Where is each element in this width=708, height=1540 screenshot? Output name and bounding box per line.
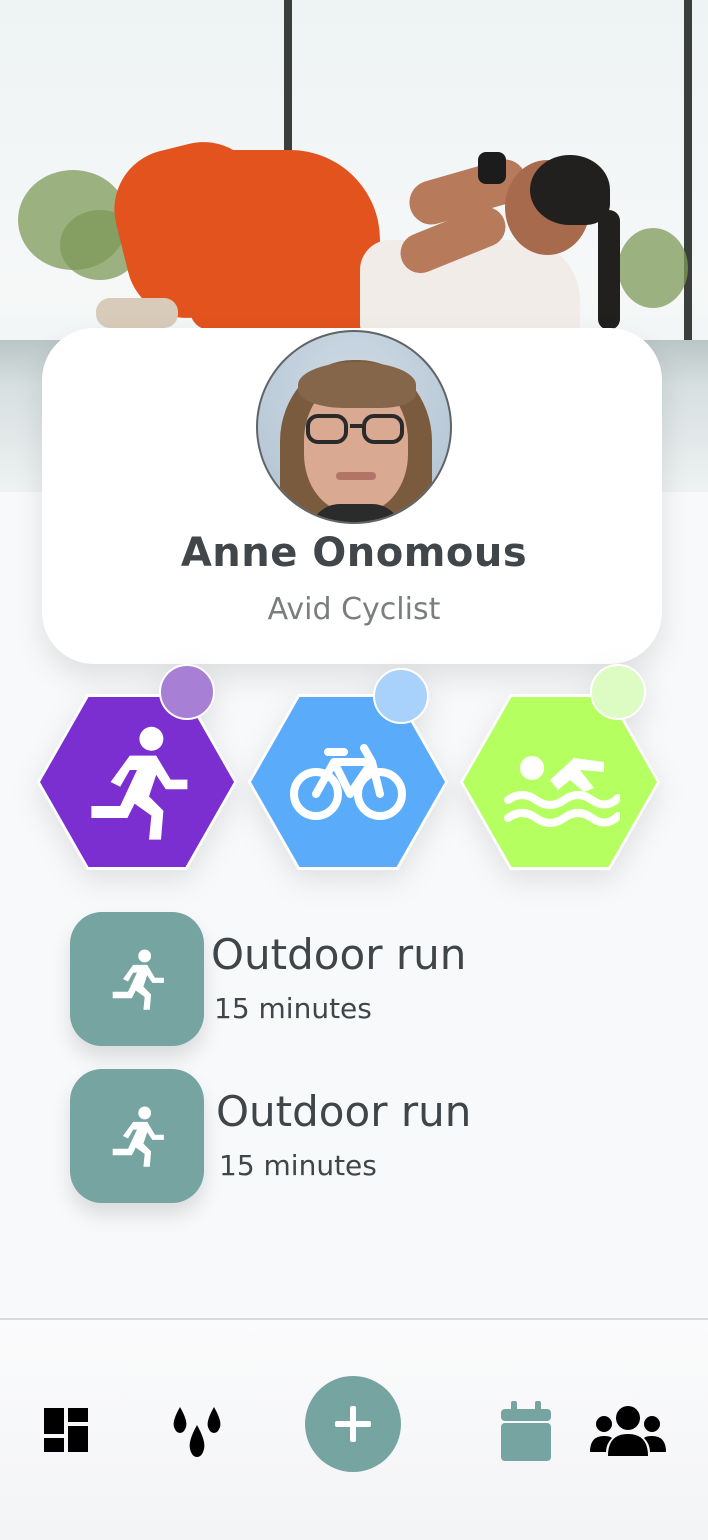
running-icon [112,949,164,1010]
add-button[interactable] [305,1376,401,1472]
activity-title: Outdoor run [211,930,467,979]
nav-dashboard[interactable] [40,1404,92,1456]
nav-calendar[interactable] [496,1400,556,1462]
activity-type-cycling[interactable] [248,668,448,870]
activity-duration: 15 minutes [214,992,372,1025]
activity-title: Outdoor run [216,1087,472,1136]
calendar-icon [501,1401,551,1461]
activity-tile[interactable] [70,1069,204,1203]
bicycle-icon [290,744,406,820]
swimmer-icon [504,756,620,827]
running-icon [91,726,188,840]
people-icon [590,1406,666,1456]
activity-type-running[interactable] [37,664,237,870]
activity-type-swimming[interactable] [460,664,660,870]
activity-tile[interactable] [70,912,204,1046]
profile-subtitle: Avid Cyclist [267,592,441,627]
dashboard-icon [44,1408,88,1452]
nav-water[interactable] [168,1402,226,1460]
activity-item[interactable]: Outdoor run 15 minutes [70,912,630,1046]
activity-duration: 15 minutes [219,1149,377,1182]
nav-community[interactable] [588,1402,668,1460]
add-icon [335,1406,371,1442]
profile-name: Anne Onomous [180,530,528,576]
water-drops-icon [173,1407,221,1457]
avatar[interactable] [256,330,452,524]
running-icon [112,1106,164,1167]
activity-item[interactable]: Outdoor run 15 minutes [70,1069,630,1203]
